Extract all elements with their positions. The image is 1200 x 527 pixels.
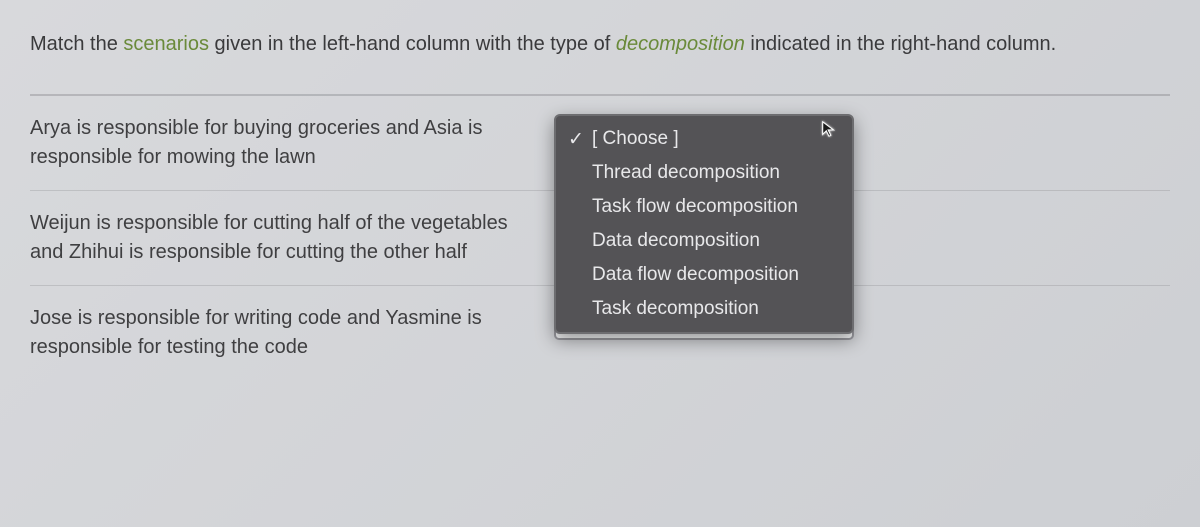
- question-highlight-scenarios: scenarios: [123, 33, 209, 55]
- table-row: Arya is responsible for buying groceries…: [30, 96, 1170, 190]
- dropdown-option[interactable]: Data decomposition: [556, 224, 852, 258]
- scenario-text: Weijun is responsible for cutting half o…: [30, 209, 540, 267]
- scenario-text: Arya is responsible for buying groceries…: [30, 114, 540, 172]
- dropdown-option[interactable]: Task decomposition: [556, 292, 852, 326]
- choice-dropdown-open[interactable]: [ Choose ] Thread decomposition Task flo…: [554, 114, 854, 334]
- dropdown-option-placeholder[interactable]: [ Choose ]: [556, 122, 852, 156]
- scenario-text: Jose is responsible for writing code and…: [30, 304, 540, 362]
- dropdown-option[interactable]: Thread decomposition: [556, 156, 852, 190]
- dropdown-option[interactable]: Data flow decomposition: [556, 258, 852, 292]
- matching-rows: Arya is responsible for buying groceries…: [30, 96, 1170, 380]
- question-highlight-decomposition: decomposition: [616, 33, 745, 55]
- question-prefix: Match the: [30, 33, 123, 55]
- dropdown-option[interactable]: Task flow decomposition: [556, 190, 852, 224]
- question-prompt: Match the scenarios given in the left-ha…: [30, 28, 1170, 60]
- question-mid1: given in the left-hand column with the t…: [209, 33, 616, 55]
- mouse-cursor-icon: [820, 120, 838, 144]
- question-mid2: indicated in the right-hand column.: [745, 33, 1056, 55]
